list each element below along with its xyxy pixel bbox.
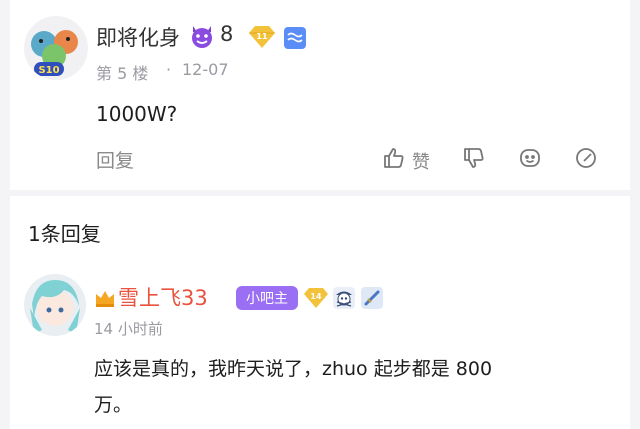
post-card: S10 即将化身 8 11 第 5 楼 · 12-07 1000W? 回复 赞 xyxy=(10,0,630,190)
post-author-name[interactable]: 即将化身 xyxy=(96,22,180,52)
avatar-badge-text: S10 xyxy=(38,65,59,76)
like-label[interactable]: 赞 xyxy=(412,148,430,174)
thumbs-down-icon[interactable] xyxy=(462,146,486,170)
moderator-badge-label: 小吧主 xyxy=(246,291,288,307)
vip-diamond-icon: 14 xyxy=(302,286,330,310)
devil-emoji-icon xyxy=(188,22,216,50)
crown-icon xyxy=(94,288,116,308)
post-author-level-number: 8 xyxy=(220,22,234,46)
emoji-icon[interactable] xyxy=(518,146,542,170)
post-date: 12-07 xyxy=(182,60,229,79)
reply-time: 14 小时前 xyxy=(94,320,163,338)
pokemon-avatar-image: S10 xyxy=(31,30,78,76)
pirate-skull-icon xyxy=(332,286,356,310)
reply-count-label: 1条回复 xyxy=(28,222,101,246)
post-author-avatar[interactable]: S10 xyxy=(24,16,88,80)
edit-icon[interactable] xyxy=(574,146,598,170)
post-content: 1000W? xyxy=(96,102,178,126)
dot-separator: · xyxy=(166,60,172,79)
replies-section: 1条回复 雪上飞33 小吧主 14 14 小时前 应该是真的，我昨天说了，zhu… xyxy=(10,196,630,429)
reply-button[interactable]: 回复 xyxy=(96,146,134,173)
anime-avatar-image xyxy=(30,280,80,334)
post-floor: 第 5 楼 xyxy=(96,64,149,83)
vip-level-text: 11 xyxy=(256,32,268,41)
wave-badge-icon xyxy=(284,27,306,49)
reply-content-line-2: 万。 xyxy=(94,394,133,416)
reply-author-avatar[interactable] xyxy=(24,274,86,336)
vip-level-text: 14 xyxy=(310,292,322,301)
vip-diamond-icon: 11 xyxy=(246,24,278,50)
reply-author-name[interactable]: 雪上飞33 xyxy=(118,282,208,312)
thumbs-up-icon[interactable] xyxy=(382,146,406,170)
sword-icon xyxy=(360,286,384,310)
moderator-badge: 小吧主 xyxy=(236,286,298,310)
reply-content-line-1: 应该是真的，我昨天说了，zhuo 起步都是 800 xyxy=(94,358,493,380)
